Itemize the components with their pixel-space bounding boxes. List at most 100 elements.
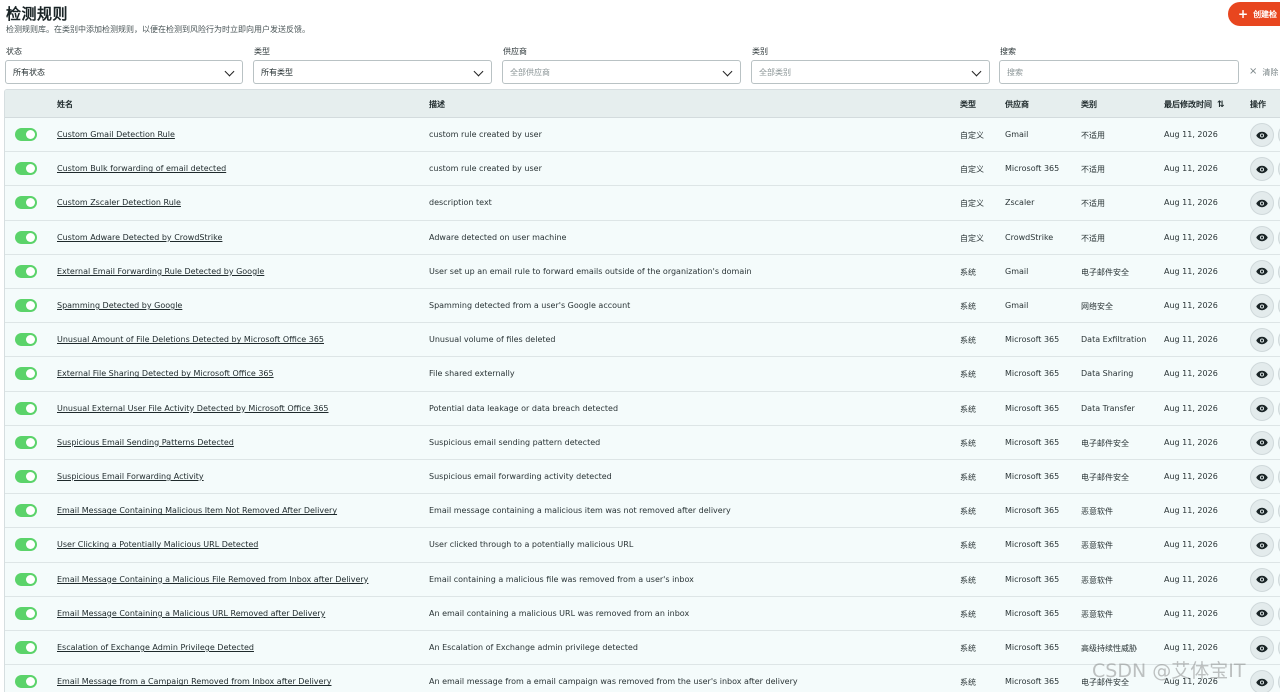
view-rule-button[interactable] [1250, 225, 1274, 250]
table-row[interactable]: Escalation of Exchange Admin Privilege D… [5, 631, 1280, 666]
rule-type: 自定义 [960, 233, 984, 243]
rule-enabled-toggle[interactable] [15, 333, 37, 347]
rule-name-link[interactable]: Custom Bulk forwarding of email detected [57, 164, 226, 173]
rule-name-link[interactable]: Email Message Containing Malicious Item … [57, 506, 337, 515]
column-header-vendor[interactable]: 供应商 [1005, 99, 1029, 110]
rule-name-link[interactable]: Unusual Amount of File Deletions Detecte… [57, 335, 324, 344]
table-row[interactable]: Custom Zscaler Detection Rule description… [5, 186, 1280, 221]
rule-name-link[interactable]: Suspicious Email Sending Patterns Detect… [57, 438, 234, 447]
view-rule-button[interactable] [1250, 191, 1274, 216]
view-rule-button[interactable] [1250, 533, 1274, 558]
rule-modified-date: Aug 11, 2026 [1164, 198, 1218, 208]
search-input[interactable]: 搜索 [999, 60, 1239, 84]
rule-type: 系统 [960, 267, 976, 277]
view-rule-button[interactable] [1250, 601, 1274, 626]
rule-enabled-toggle[interactable] [15, 162, 37, 176]
rule-type: 系统 [960, 507, 976, 517]
view-rule-button[interactable] [1250, 430, 1274, 455]
vendor-filter-select[interactable]: 全部供应商 [502, 60, 741, 84]
table-row[interactable]: Suspicious Email Sending Patterns Detect… [5, 425, 1280, 460]
rule-enabled-toggle[interactable] [15, 128, 37, 141]
column-header-modified[interactable]: 最后修改时间 ⇅ [1164, 99, 1225, 110]
rule-enabled-toggle[interactable] [15, 264, 37, 278]
rule-type: 系统 [960, 644, 976, 653]
table-row[interactable]: Suspicious Email Forwarding Activity Susp… [5, 460, 1280, 495]
category-filter-select[interactable]: 全部类别 [751, 60, 990, 84]
view-rule-button[interactable] [1250, 328, 1274, 353]
rule-modified-date: Aug 11, 2026 [1164, 403, 1218, 413]
table-row[interactable]: Custom Adware Detected by CrowdStrike Adw… [5, 220, 1280, 255]
rule-description: custom rule created by user [429, 130, 542, 139]
rule-enabled-toggle[interactable] [15, 196, 37, 210]
table-row[interactable]: Custom Bulk forwarding of email detected… [5, 152, 1280, 187]
view-rule-button[interactable] [1250, 499, 1274, 524]
column-header-type[interactable]: 类型 [960, 99, 976, 110]
rule-modified-date: Aug 11, 2026 [1164, 540, 1218, 550]
rule-enabled-toggle[interactable] [15, 572, 37, 586]
rule-modified-date: Aug 11, 2026 [1164, 266, 1218, 276]
rule-enabled-toggle[interactable] [15, 504, 37, 518]
view-rule-button[interactable] [1250, 567, 1274, 592]
table-row[interactable]: Email Message from a Campaign Removed fr… [5, 665, 1280, 692]
rule-enabled-toggle[interactable] [15, 675, 37, 689]
rule-enabled-toggle[interactable] [15, 367, 37, 381]
column-header-name[interactable]: 姓名 [57, 99, 73, 110]
rule-name-link[interactable]: Unusual External User File Activity Dete… [57, 404, 329, 413]
column-header-description[interactable]: 描述 [429, 99, 445, 110]
rule-description: User set up an email rule to forward ema… [429, 266, 752, 276]
table-row[interactable]: Email Message Containing a Malicious Fil… [5, 562, 1280, 597]
status-filter-select[interactable]: 所有状态 [5, 60, 243, 84]
rule-name-link[interactable]: User Clicking a Potentially Malicious UR… [57, 540, 258, 549]
rule-description: custom rule created by user [429, 164, 542, 174]
rule-name-link[interactable]: Custom Zscaler Detection Rule [57, 198, 181, 207]
table-row[interactable]: Email Message Containing a Malicious URL… [5, 596, 1280, 631]
rule-enabled-toggle[interactable] [15, 641, 37, 654]
rule-name-link[interactable]: Email Message Containing a Malicious Fil… [57, 575, 368, 584]
table-row[interactable]: Custom Gmail Detection Rule custom rule c… [5, 118, 1280, 153]
view-rule-button[interactable] [1250, 294, 1274, 318]
view-rule-button[interactable] [1250, 362, 1274, 387]
rule-enabled-toggle[interactable] [15, 230, 37, 244]
sort-icon[interactable]: ⇅ [1217, 100, 1225, 110]
rule-enabled-toggle[interactable] [15, 606, 37, 620]
rule-name-link[interactable]: Custom Adware Detected by CrowdStrike [57, 233, 222, 242]
eye-icon [1256, 644, 1268, 652]
rule-name-link[interactable]: Email Message Containing a Malicious URL… [57, 609, 325, 618]
rule-name-link[interactable]: Spamming Detected by Google [57, 301, 182, 310]
table-row[interactable]: External Email Forwarding Rule Detected … [5, 254, 1280, 289]
eye-icon [1256, 541, 1268, 550]
view-rule-button[interactable] [1250, 465, 1274, 489]
type-filter-select[interactable]: 所有类型 [253, 60, 492, 84]
rule-type: 系统 [960, 541, 976, 551]
rule-name-link[interactable]: Escalation of Exchange Admin Privilege D… [57, 643, 254, 652]
rule-name-link[interactable]: External File Sharing Detected by Micros… [57, 369, 274, 378]
rule-enabled-toggle[interactable] [15, 435, 37, 449]
view-rule-button[interactable] [1250, 259, 1274, 284]
rule-name-link[interactable]: Suspicious Email Forwarding Activity [57, 472, 204, 481]
table-row[interactable]: Email Message Containing Malicious Item … [5, 494, 1280, 529]
clear-filters-button[interactable]: × 清除 [1249, 67, 1278, 78]
rule-enabled-toggle[interactable] [15, 538, 37, 552]
table-row[interactable]: Unusual Amount of File Deletions Detecte… [5, 323, 1280, 358]
rule-name-link[interactable]: Email Message from a Campaign Removed fr… [57, 677, 331, 686]
table-row[interactable]: User Clicking a Potentially Malicious UR… [5, 528, 1280, 563]
table-row[interactable]: External File Sharing Detected by Micros… [5, 357, 1280, 392]
table-row[interactable]: Unusual External User File Activity Dete… [5, 391, 1280, 426]
view-rule-button[interactable] [1250, 123, 1274, 147]
column-header-category[interactable]: 类别 [1081, 99, 1097, 110]
rule-name-link[interactable]: Custom Gmail Detection Rule [57, 130, 175, 139]
view-rule-button[interactable] [1250, 636, 1274, 660]
rule-enabled-toggle[interactable] [15, 470, 37, 483]
view-rule-button[interactable] [1250, 157, 1274, 182]
view-rule-button[interactable] [1250, 670, 1274, 692]
rule-enabled-toggle[interactable] [15, 401, 37, 415]
rule-modified-date: Aug 11, 2026 [1164, 574, 1218, 584]
rule-name-link[interactable]: External Email Forwarding Rule Detected … [57, 267, 264, 276]
rule-category: Data Exfiltration [1081, 335, 1147, 345]
table-row[interactable]: Spamming Detected by Google Spamming dete… [5, 289, 1280, 324]
search-placeholder: 搜索 [1007, 67, 1023, 77]
rule-type: 系统 [960, 438, 976, 448]
rule-enabled-toggle[interactable] [15, 299, 37, 312]
view-rule-button[interactable] [1250, 396, 1274, 421]
create-rule-button[interactable]: + 创建检 [1228, 2, 1280, 26]
